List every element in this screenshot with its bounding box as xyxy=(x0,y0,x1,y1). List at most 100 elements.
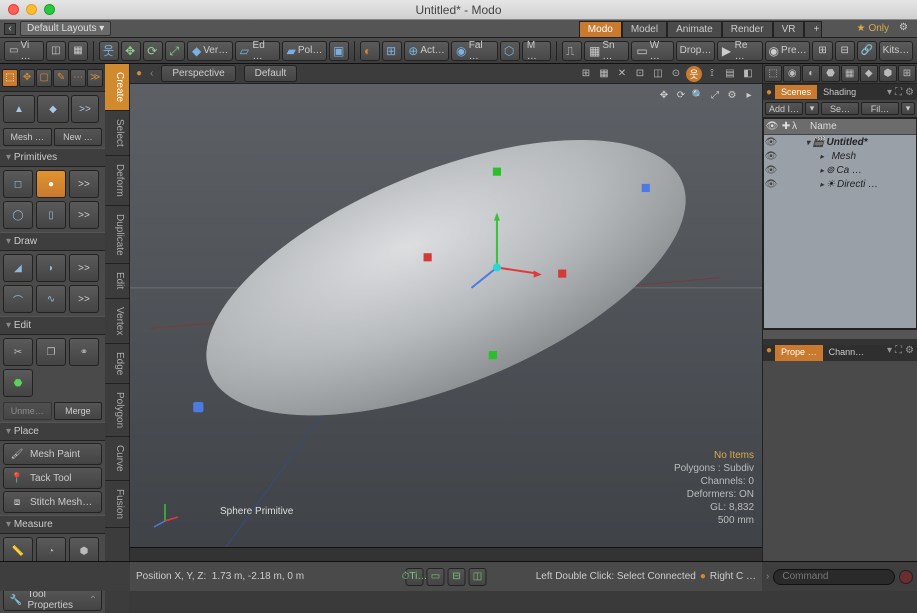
expand2-icon[interactable]: ⛶ xyxy=(895,345,902,361)
new-button[interactable]: New … xyxy=(54,128,103,146)
tree-row-mesh[interactable]: 👁 ▸▫Mesh xyxy=(764,149,916,163)
lambda-icon[interactable]: λ xyxy=(792,121,797,132)
person-icon[interactable]: 웃 xyxy=(99,41,119,61)
status-icon-2[interactable]: ▭ xyxy=(427,568,445,586)
draw-more-2[interactable]: >> xyxy=(69,285,99,313)
nav-zoom-icon[interactable]: 🔍 xyxy=(691,88,705,102)
eye-icon[interactable]: 👁 xyxy=(764,151,778,162)
polygons-mode[interactable]: ▰Pol… xyxy=(282,41,327,61)
mesh-paint-button[interactable]: 🖌Mesh Paint xyxy=(3,443,102,465)
tool-properties-button[interactable]: 🔧Tool Properties⌃ xyxy=(3,589,102,611)
cube-wireframe-icon[interactable]: ⬚ xyxy=(2,69,18,87)
rtab-shading[interactable]: Shading xyxy=(817,85,862,99)
cube-primitive[interactable]: ◻ xyxy=(3,170,33,198)
nav-fit-icon[interactable]: ⤢ xyxy=(708,88,722,102)
cluster-box-icon[interactable]: ▢ xyxy=(36,69,52,87)
vtab-edit[interactable]: Edit xyxy=(105,264,129,298)
vtab-vertex[interactable]: Vertex xyxy=(105,299,129,344)
grid-b-icon[interactable]: ⊟ xyxy=(835,41,855,61)
shading-dropdown[interactable]: Default xyxy=(244,65,298,82)
eye-icon[interactable]: 👁 xyxy=(764,165,778,176)
cluster-expand-icon[interactable]: ≫ xyxy=(87,69,103,87)
nav-gear-icon[interactable]: ⚙ xyxy=(725,88,739,102)
tab-add[interactable]: + xyxy=(804,21,822,37)
falloff-button[interactable]: ◉Fal … xyxy=(451,41,498,61)
draw-tool-3[interactable]: ⌒ xyxy=(3,285,33,313)
symmetry-icon[interactable]: ◐ xyxy=(360,41,380,61)
back-button[interactable]: ‹ xyxy=(4,23,16,35)
command-input[interactable]: Command xyxy=(773,569,895,585)
draw-tool-2[interactable]: ◗ xyxy=(36,254,66,282)
mesh-button[interactable]: Mesh … xyxy=(3,128,52,146)
ri-8[interactable]: ⊞ xyxy=(898,65,916,82)
snap-toggle-icon[interactable]: ⎍ xyxy=(562,41,582,61)
items-mode-icon[interactable]: ▣ xyxy=(329,41,349,61)
vertices-mode[interactable]: ◆Ver… xyxy=(187,41,232,61)
add-item-button[interactable]: Add I… xyxy=(765,102,803,115)
vp-opt-3[interactable]: ✕ xyxy=(614,66,630,82)
scene-tree[interactable]: 👁✚ λ Name 👁 ▾🎬Untitled* 👁 ▸▫Mesh 👁 ▸⊚Ca … xyxy=(763,118,917,329)
link-icon[interactable]: 🔗 xyxy=(857,41,877,61)
cluster-more-icon[interactable]: ⋯ xyxy=(70,69,86,87)
layout-split-icon[interactable]: ◫ xyxy=(46,41,66,61)
viewport-dot-icon[interactable]: ● xyxy=(136,68,142,79)
torus-primitive[interactable]: ◯ xyxy=(3,201,33,229)
tab-modo[interactable]: Modo xyxy=(579,21,622,37)
eye-icon[interactable]: 👁 xyxy=(764,179,778,190)
rtab-props[interactable]: Prope … xyxy=(775,345,823,361)
merge-button[interactable]: Merge xyxy=(54,402,103,420)
drop-button[interactable]: Drop… xyxy=(676,41,715,61)
vp-opt-4[interactable]: ⊡ xyxy=(632,66,648,82)
primitives-more-1[interactable]: >> xyxy=(69,170,99,198)
kits-button[interactable]: Kits… xyxy=(879,41,913,61)
scale-icon[interactable]: ⤢ xyxy=(165,41,185,61)
draw-more-1[interactable]: >> xyxy=(69,254,99,282)
vtab-deform[interactable]: Deform xyxy=(105,156,129,206)
filter-expand[interactable]: ▾ xyxy=(901,102,915,115)
vp-opt-8[interactable]: ▤ xyxy=(722,66,738,82)
tab-model[interactable]: Model xyxy=(622,21,667,37)
draw-tool-1[interactable]: ◢ xyxy=(3,254,33,282)
cylinder-primitive[interactable]: ▯ xyxy=(36,201,66,229)
viewport-layout-button[interactable]: ▭ Vi … xyxy=(4,41,44,61)
rtab-scenes[interactable]: Scenes xyxy=(775,85,817,99)
record-icon[interactable] xyxy=(899,570,913,584)
min2-icon[interactable]: ▾ xyxy=(887,345,892,361)
layouts-dropdown[interactable]: Default Layouts ▾ xyxy=(20,21,111,36)
status-icon-4[interactable]: ◫ xyxy=(469,568,487,586)
tack-tool-button[interactable]: 📍Tack Tool xyxy=(3,467,102,489)
weld-icon[interactable]: ⚭ xyxy=(69,338,99,366)
eye-header-icon[interactable]: 👁 xyxy=(766,121,779,132)
cluster-pen-icon[interactable]: ✎ xyxy=(53,69,69,87)
measure-header[interactable]: Measure xyxy=(0,515,105,534)
status-icon-3[interactable]: ⊟ xyxy=(448,568,466,586)
ri-3[interactable]: ◐ xyxy=(802,65,820,82)
transform-more[interactable]: >> xyxy=(71,95,99,123)
vp-opt-9[interactable]: ◧ xyxy=(740,66,756,82)
vp-opt-active[interactable]: 웃 xyxy=(686,66,702,82)
tab-render[interactable]: Render xyxy=(722,21,773,37)
copy-icon[interactable]: ❐ xyxy=(36,338,66,366)
nav-move-icon[interactable]: ✥ xyxy=(657,88,671,102)
move-icon[interactable]: ✥ xyxy=(121,41,141,61)
sphere-primitive[interactable]: ● xyxy=(36,170,66,198)
grid-a-icon[interactable]: ⊞ xyxy=(812,41,832,61)
vp-opt-5[interactable]: ◫ xyxy=(650,66,666,82)
edges-mode[interactable]: ▱Ed … xyxy=(235,41,280,61)
time-button[interactable]: ⏱Ti… xyxy=(406,568,424,586)
rotate-icon[interactable]: ⟳ xyxy=(143,41,163,61)
vp-opt-6[interactable]: ⊙ xyxy=(668,66,684,82)
nav-play-icon[interactable]: ▸ xyxy=(742,88,756,102)
plus-header-icon[interactable]: ✚ xyxy=(782,121,790,132)
search-button[interactable]: Se… xyxy=(821,102,859,115)
gear2-icon[interactable]: ⚙ xyxy=(905,87,914,98)
primitives-header[interactable]: Primitives xyxy=(0,148,105,167)
vtab-polygon[interactable]: Polygon xyxy=(105,384,129,437)
perspective-dropdown[interactable]: Perspective xyxy=(161,65,235,82)
viewport-3d[interactable]: ✥ ⟳ 🔍 ⤢ ⚙ ▸ No Items Polygons : Subdiv C… xyxy=(130,84,762,547)
edit-header[interactable]: Edit xyxy=(0,316,105,335)
nav-rotate-icon[interactable]: ⟳ xyxy=(674,88,688,102)
tree-row-light[interactable]: 👁 ▸☀Directi … xyxy=(764,177,916,191)
ri-1[interactable]: ⬚ xyxy=(764,65,782,82)
snap-button[interactable]: ▦Sn … xyxy=(584,41,629,61)
